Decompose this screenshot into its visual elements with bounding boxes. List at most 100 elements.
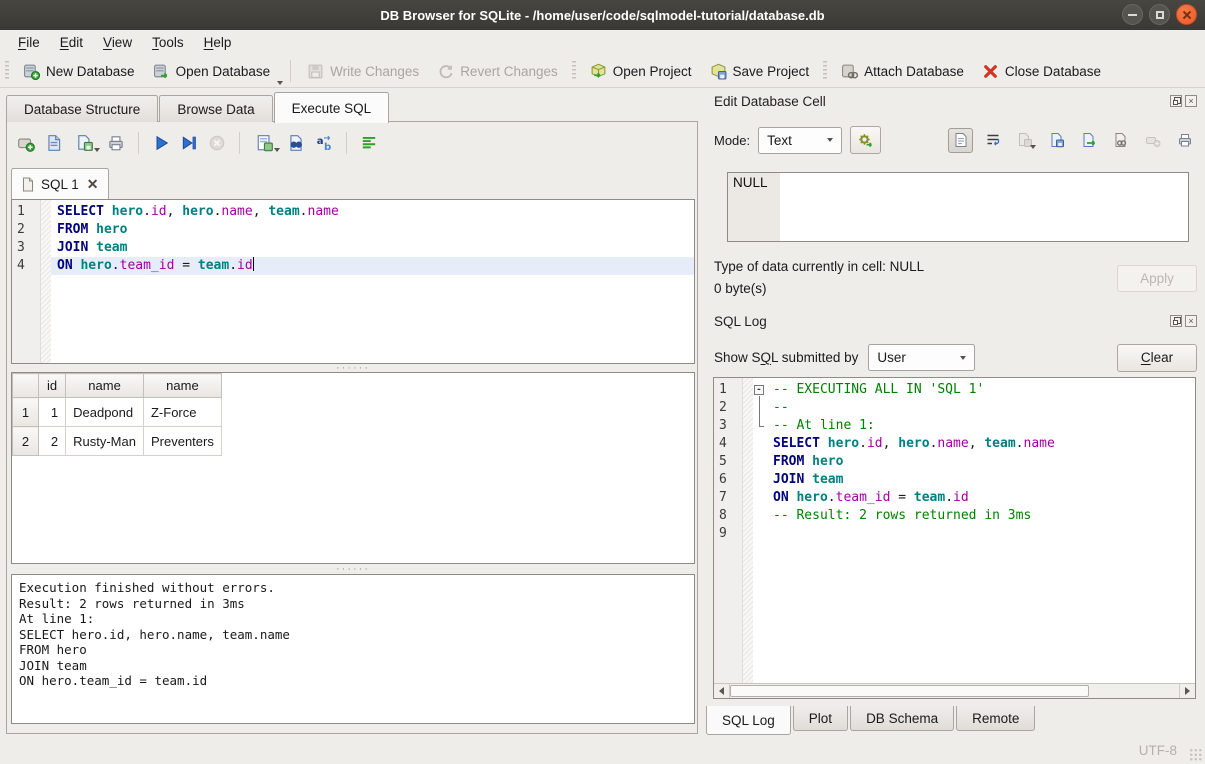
row-header[interactable]: 2 xyxy=(13,427,39,456)
sql-editor-tab[interactable]: SQL 1 ✕ xyxy=(11,168,109,199)
auto-switch-mode-button[interactable] xyxy=(850,126,881,154)
new-sql-tab-icon xyxy=(17,134,35,152)
tab-database-structure[interactable]: Database Structure xyxy=(6,95,158,122)
sql-document-icon xyxy=(21,177,35,192)
revert-changes-button[interactable]: Revert Changes xyxy=(428,59,567,84)
word-wrap-button[interactable] xyxy=(980,128,1005,153)
format-sql-button[interactable] xyxy=(356,130,382,156)
new-database-button[interactable]: New Database xyxy=(14,59,144,84)
save-results-button[interactable] xyxy=(249,130,281,156)
close-sql-tab-icon[interactable]: ✕ xyxy=(87,176,99,193)
sql-log-view[interactable]: 1--- EXECUTING ALL IN 'SQL 1'2--3-- At l… xyxy=(713,377,1196,699)
results-column-header[interactable]: name xyxy=(66,374,144,398)
open-database-dropdown-icon[interactable] xyxy=(277,81,283,85)
results-grid[interactable]: idnamename11DeadpondZ-Force22Rusty-ManPr… xyxy=(11,372,695,564)
table-cell[interactable]: Preventers xyxy=(143,427,221,456)
code-line: 6JOIN team xyxy=(714,471,1195,489)
close-dock-icon[interactable]: × xyxy=(1185,315,1197,327)
fold-marker xyxy=(753,525,767,543)
fold-marker[interactable]: - xyxy=(753,381,767,399)
toolbar-grip[interactable] xyxy=(5,61,9,81)
find-button[interactable] xyxy=(283,130,309,156)
window-titlebar[interactable]: DB Browser for SQLite - /home/user/code/… xyxy=(0,0,1205,30)
tab-db-schema[interactable]: DB Schema xyxy=(850,706,954,731)
sql-editor[interactable]: 1SELECT hero.id, hero.name, team.name2FR… xyxy=(11,199,695,364)
attach-database-icon xyxy=(841,63,858,80)
print-cell-button[interactable] xyxy=(1172,128,1197,153)
table-cell[interactable]: 2 xyxy=(39,427,66,456)
copy-link-button[interactable] xyxy=(1108,128,1133,153)
table-row[interactable]: 22Rusty-ManPreventers xyxy=(13,427,222,456)
fold-marker xyxy=(753,399,767,417)
float-dock-icon[interactable] xyxy=(1170,315,1182,327)
toolbar-grip[interactable] xyxy=(572,61,576,81)
save-cell-button[interactable] xyxy=(1012,128,1037,153)
toolbar-grip[interactable] xyxy=(823,61,827,81)
results-column-header[interactable]: id xyxy=(39,374,66,398)
main-tab-bar: Database Structure Browse Data Execute S… xyxy=(6,92,390,122)
menu-help[interactable]: Help xyxy=(194,32,242,53)
line-number: 6 xyxy=(714,471,742,489)
table-cell[interactable]: Rusty-Man xyxy=(66,427,144,456)
open-sql-tab-button[interactable] xyxy=(13,130,39,156)
execute-line-button[interactable] xyxy=(176,130,202,156)
tab-sql-log[interactable]: SQL Log xyxy=(706,706,791,735)
scroll-left-icon[interactable] xyxy=(714,684,730,698)
open-project-button[interactable]: Open Project xyxy=(581,59,701,84)
results-corner-header[interactable] xyxy=(13,374,39,398)
line-number: 1 xyxy=(714,381,742,399)
menu-file[interactable]: File xyxy=(8,32,50,53)
close-button[interactable] xyxy=(1176,4,1197,25)
row-header[interactable]: 1 xyxy=(13,398,39,427)
tab-plot[interactable]: Plot xyxy=(793,706,848,731)
save-sql-file-button[interactable] xyxy=(69,130,101,156)
print-sql-button[interactable] xyxy=(103,130,129,156)
tab-execute-sql[interactable]: Execute SQL xyxy=(274,92,390,123)
set-null-button[interactable] xyxy=(1140,128,1165,153)
minimize-button[interactable] xyxy=(1122,4,1143,25)
resize-grip[interactable] xyxy=(1189,748,1202,761)
clear-log-button[interactable]: Clear xyxy=(1117,344,1197,372)
export-cell-data-button[interactable] xyxy=(1076,128,1101,153)
horizontal-scrollbar[interactable] xyxy=(714,683,1195,698)
results-column-header[interactable]: name xyxy=(143,374,221,398)
save-results-dropdown-icon xyxy=(274,148,280,152)
code-line: 8-- Result: 2 rows returned in 3ms xyxy=(714,507,1195,525)
submitted-by-select[interactable]: User xyxy=(868,344,975,371)
statusbar: UTF-8 xyxy=(0,740,1205,764)
maximize-button[interactable] xyxy=(1149,4,1170,25)
import-cell-data-button[interactable] xyxy=(1044,128,1069,153)
replace-button[interactable]: ab xyxy=(311,130,337,156)
text-view-button[interactable] xyxy=(948,128,973,153)
mode-select[interactable]: Text xyxy=(758,127,842,154)
tab-browse-data[interactable]: Browse Data xyxy=(159,95,272,122)
menu-view[interactable]: View xyxy=(93,32,142,53)
close-dock-icon[interactable]: × xyxy=(1185,95,1197,107)
scrollbar-thumb[interactable] xyxy=(730,685,1089,697)
attach-database-button[interactable]: Attach Database xyxy=(832,59,973,84)
apply-button[interactable]: Apply xyxy=(1117,265,1197,292)
write-changes-button[interactable]: Write Changes xyxy=(298,59,428,84)
table-cell[interactable]: Z-Force xyxy=(143,398,221,427)
splitter-handle[interactable] xyxy=(11,565,695,573)
stop-execution-button[interactable] xyxy=(204,130,230,156)
line-number: 3 xyxy=(714,417,742,435)
line-number: 2 xyxy=(714,399,742,417)
tab-remote[interactable]: Remote xyxy=(956,706,1035,731)
execute-all-button[interactable] xyxy=(148,130,174,156)
table-cell[interactable]: 1 xyxy=(39,398,66,427)
menu-edit[interactable]: Edit xyxy=(50,32,93,53)
document-icon xyxy=(953,132,969,148)
open-database-button[interactable]: Open Database xyxy=(144,59,280,84)
splitter-handle[interactable] xyxy=(11,364,695,372)
save-project-button[interactable]: Save Project xyxy=(701,59,819,84)
scroll-right-icon[interactable] xyxy=(1179,684,1195,698)
table-row[interactable]: 11DeadpondZ-Force xyxy=(13,398,222,427)
cell-value-editor[interactable]: NULL xyxy=(727,172,1189,242)
float-dock-icon[interactable] xyxy=(1170,95,1182,107)
svg-text:b: b xyxy=(324,142,331,152)
menu-tools[interactable]: Tools xyxy=(142,32,194,53)
close-database-button[interactable]: Close Database xyxy=(973,59,1110,84)
table-cell[interactable]: Deadpond xyxy=(66,398,144,427)
open-sql-file-button[interactable] xyxy=(41,130,67,156)
